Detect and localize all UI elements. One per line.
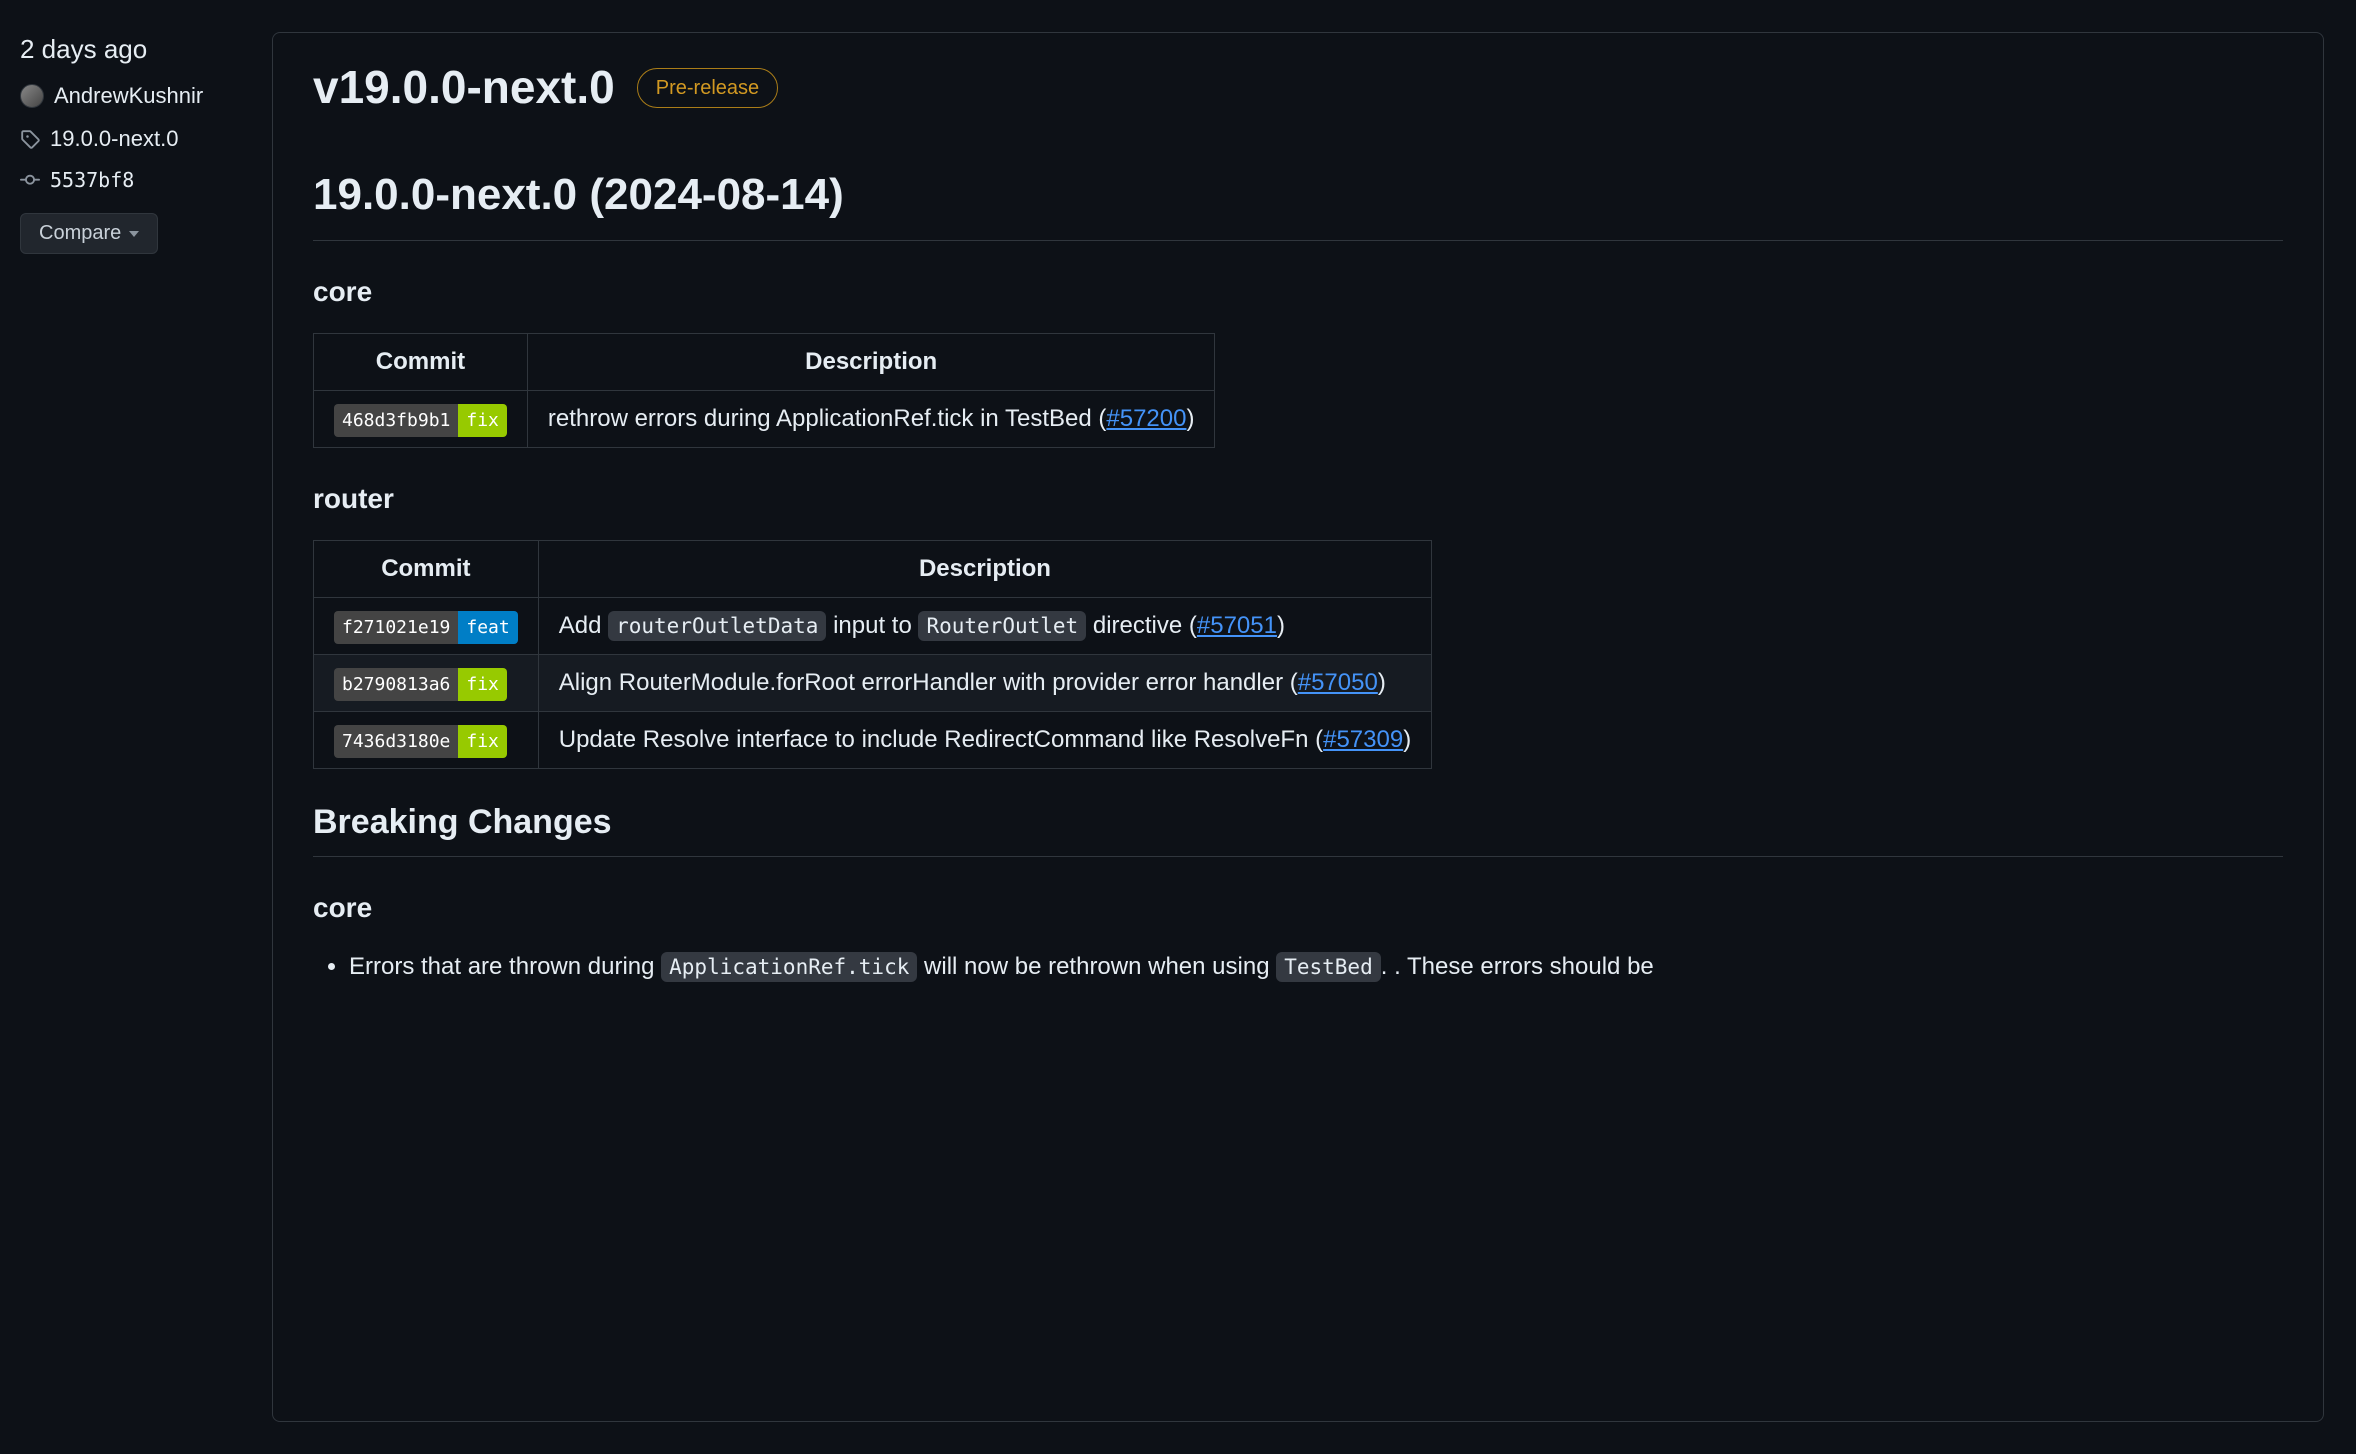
commit-hash: 468d3fb9b1: [334, 404, 458, 437]
tag-name: 19.0.0-next.0: [50, 122, 178, 155]
inline-code: RouterOutlet: [918, 611, 1086, 641]
chevron-down-icon: [129, 231, 139, 237]
desc-text: Update Resolve interface to include Redi…: [559, 726, 1323, 753]
breaking-changes-title: Breaking Changes: [313, 797, 2283, 857]
commit-icon: [20, 170, 40, 190]
desc-text: Align RouterModule.forRoot errorHandler …: [559, 669, 1298, 696]
prerelease-badge: Pre-release: [637, 68, 778, 108]
section-core-title: core: [313, 271, 2283, 313]
issue-link[interactable]: #57051: [1197, 612, 1277, 639]
release-body: 19.0.0-next.0 (2024-08-14) core Commit D…: [313, 162, 2283, 985]
col-description: Description: [527, 334, 1215, 391]
table-row: 7436d3180e fix Update Resolve interface …: [314, 712, 1432, 769]
release-sidebar: 2 days ago AndrewKushnir 19.0.0-next.0 5…: [0, 0, 272, 1454]
table-row: f271021e19 feat Add routerOutletData inp…: [314, 598, 1432, 655]
inline-code: routerOutletData: [608, 611, 826, 641]
release-tag[interactable]: 19.0.0-next.0: [20, 122, 252, 155]
release-title: v19.0.0-next.0: [313, 53, 615, 122]
commit-type: fix: [458, 668, 507, 701]
col-commit: Commit: [314, 334, 528, 391]
breaking-core-title: core: [313, 887, 2283, 929]
commit-badge[interactable]: 468d3fb9b1 fix: [334, 404, 507, 437]
release-time: 2 days ago: [20, 30, 252, 69]
col-description: Description: [538, 541, 1431, 598]
desc-text: rethrow errors during ApplicationRef.tic…: [548, 405, 1106, 432]
section-router-table: Commit Description f271021e19 feat Add r…: [313, 540, 1432, 769]
compare-button[interactable]: Compare: [20, 213, 158, 254]
commit-hash: f271021e19: [334, 611, 458, 644]
issue-link[interactable]: #57050: [1298, 669, 1378, 696]
commit-badge[interactable]: b2790813a6 fix: [334, 668, 507, 701]
commit-hash: 7436d3180e: [334, 725, 458, 758]
section-core-table: Commit Description 468d3fb9b1 fix: [313, 333, 1215, 448]
commit-type: fix: [458, 725, 507, 758]
commit-badge[interactable]: 7436d3180e fix: [334, 725, 507, 758]
desc-cell: Add routerOutletData input to RouterOutl…: [538, 598, 1431, 655]
author-name: AndrewKushnir: [54, 79, 203, 112]
breaking-list: Errors that are thrown during Applicatio…: [313, 949, 2283, 985]
avatar: [20, 84, 44, 108]
release-main: v19.0.0-next.0 Pre-release 19.0.0-next.0…: [272, 32, 2324, 1422]
commit-type: feat: [458, 611, 517, 644]
issue-link[interactable]: #57309: [1323, 726, 1403, 753]
inline-code: ApplicationRef.tick: [661, 952, 917, 982]
release-header: v19.0.0-next.0 Pre-release: [313, 53, 2283, 122]
release-commit[interactable]: 5537bf8: [20, 165, 252, 195]
issue-link[interactable]: #57200: [1106, 405, 1186, 432]
body-heading: 19.0.0-next.0 (2024-08-14): [313, 162, 2283, 241]
section-router-title: router: [313, 478, 2283, 520]
col-commit: Commit: [314, 541, 539, 598]
commit-type: fix: [458, 404, 507, 437]
table-row: b2790813a6 fix Align RouterModule.forRoo…: [314, 655, 1432, 712]
commit-sha: 5537bf8: [50, 165, 134, 195]
compare-label: Compare: [39, 222, 121, 245]
commit-badge[interactable]: f271021e19 feat: [334, 611, 518, 644]
list-item: Errors that are thrown during Applicatio…: [349, 949, 2283, 985]
commit-hash: b2790813a6: [334, 668, 458, 701]
tag-icon: [20, 129, 40, 149]
release-author[interactable]: AndrewKushnir: [20, 79, 252, 112]
table-row: 468d3fb9b1 fix rethrow errors during App…: [314, 391, 1215, 448]
inline-code: TestBed: [1276, 952, 1381, 982]
